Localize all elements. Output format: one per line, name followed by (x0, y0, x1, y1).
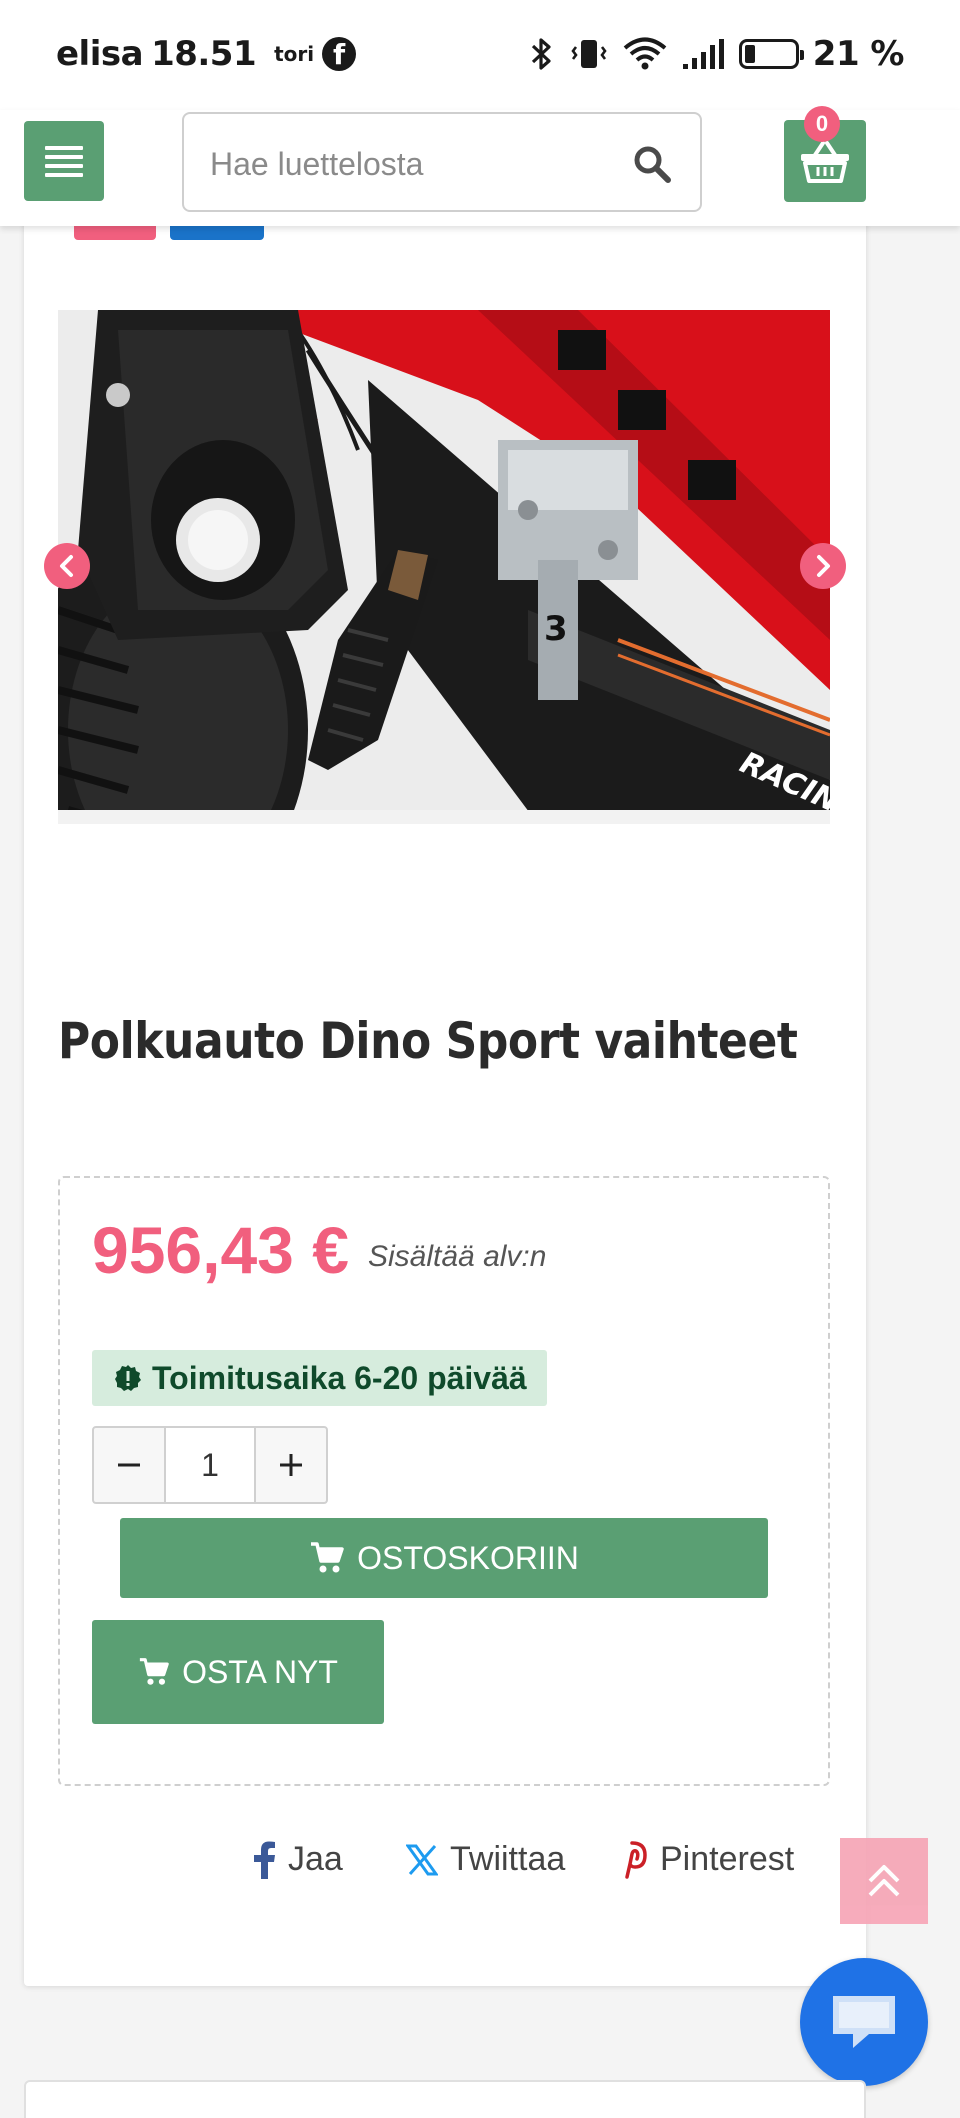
quantity-input[interactable]: 1 (164, 1428, 256, 1502)
status-right: 21 % (529, 34, 905, 74)
add-to-cart-button[interactable]: OSTOSKORIIN (120, 1518, 768, 1598)
share-twitter-link[interactable]: Twiittaa (406, 1840, 565, 1879)
menu-line-icon (45, 145, 83, 150)
quantity-stepper: 1 (92, 1426, 328, 1504)
product-image[interactable]: RACIN 3 (58, 310, 830, 824)
product-title: Polkuauto Dino Sport vaihteet (58, 1012, 798, 1070)
tori-notification-label: tori (274, 42, 315, 66)
alert-circle-icon (115, 1365, 141, 1391)
search-icon[interactable] (630, 142, 674, 186)
cart-icon (139, 1658, 169, 1685)
menu-line-icon (45, 163, 83, 168)
cart-count-badge: 0 (804, 106, 840, 142)
bluetooth-icon (531, 38, 551, 70)
carrier-name: elisa (56, 34, 144, 74)
status-bar: elisa 18.51 tori f 21 % (0, 0, 960, 110)
share-facebook-label: Jaa (288, 1840, 343, 1878)
vibrate-icon (571, 40, 607, 68)
share-facebook-link[interactable]: Jaa (252, 1840, 343, 1879)
share-pinterest-link[interactable]: Pinterest (618, 1840, 794, 1879)
kart-number-decal: 3 (544, 609, 568, 649)
gallery-prev-button[interactable] (44, 543, 90, 589)
battery-percent: 21 % (812, 34, 905, 74)
signal-icon (682, 39, 724, 69)
buy-now-button[interactable]: OSTA NYT (92, 1620, 384, 1724)
battery-icon (738, 39, 804, 69)
search-input[interactable]: Hae luettelosta (182, 112, 702, 212)
battery-fill (744, 45, 755, 63)
quantity-decrease-button[interactable] (94, 1428, 164, 1502)
quantity-increase-button[interactable] (256, 1428, 326, 1502)
chevron-right-icon (817, 555, 830, 577)
go-kart-photo: RACIN 3 (58, 310, 830, 824)
delivery-time-badge: Toimitusaika 6-20 päivää (92, 1350, 547, 1406)
wifi-icon (623, 37, 667, 70)
cart-icon (311, 1542, 344, 1573)
menu-line-icon (45, 172, 83, 177)
chevron-left-icon (60, 555, 73, 577)
chat-button[interactable] (800, 1958, 928, 2086)
basket-icon (801, 141, 849, 183)
clock: 18.51 (151, 34, 257, 74)
pinterest-icon (625, 1840, 647, 1879)
scroll-to-top-button[interactable] (840, 1838, 928, 1924)
plus-icon (280, 1454, 302, 1476)
add-to-cart-label: OSTOSKORIIN (357, 1539, 579, 1576)
vat-note: Sisältää alv:n (368, 1240, 547, 1273)
x-twitter-icon (406, 1844, 438, 1875)
facebook-icon (254, 1841, 275, 1879)
menu-line-icon (45, 154, 83, 159)
next-card (24, 2080, 866, 2118)
buy-now-label: OSTA NYT (182, 1653, 338, 1690)
facebook-notification-icon: f (322, 37, 357, 71)
double-chevron-up-icon (868, 1865, 900, 1897)
status-left: elisa 18.51 tori f (56, 34, 357, 74)
chat-bubble-icon (833, 1996, 895, 2048)
gallery-next-button[interactable] (800, 543, 846, 589)
minus-icon (118, 1463, 140, 1467)
search-placeholder: Hae luettelosta (210, 146, 424, 182)
hamburger-menu-button[interactable] (24, 121, 104, 201)
delivery-time-text: Toimitusaika 6-20 päivää (152, 1359, 527, 1396)
share-pinterest-label: Pinterest (660, 1840, 795, 1878)
site-header: Hae luettelosta 0 (0, 106, 960, 226)
share-twitter-label: Twiittaa (450, 1840, 566, 1878)
product-price: 956,43 € (92, 1213, 349, 1287)
